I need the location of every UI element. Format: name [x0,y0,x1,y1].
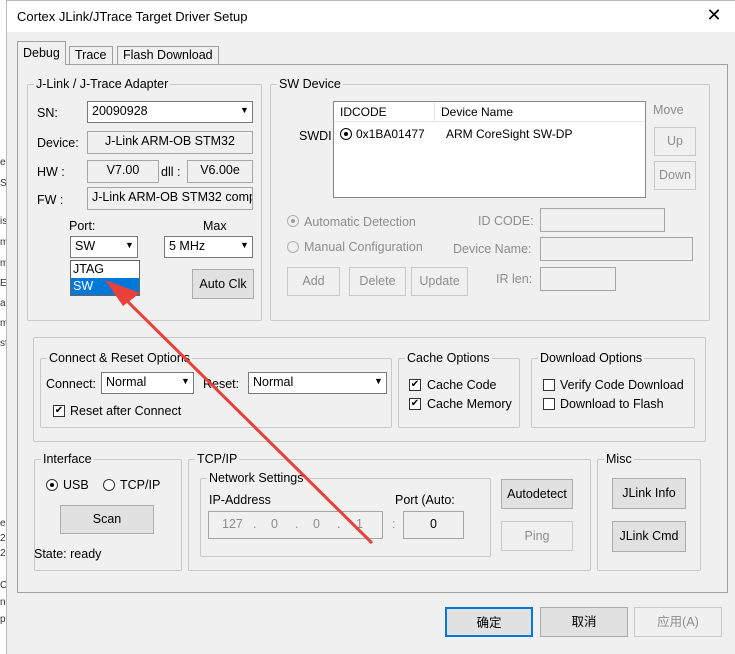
annotation-arrow-icon [105,280,374,545]
tab-debug[interactable]: Debug [17,41,66,65]
